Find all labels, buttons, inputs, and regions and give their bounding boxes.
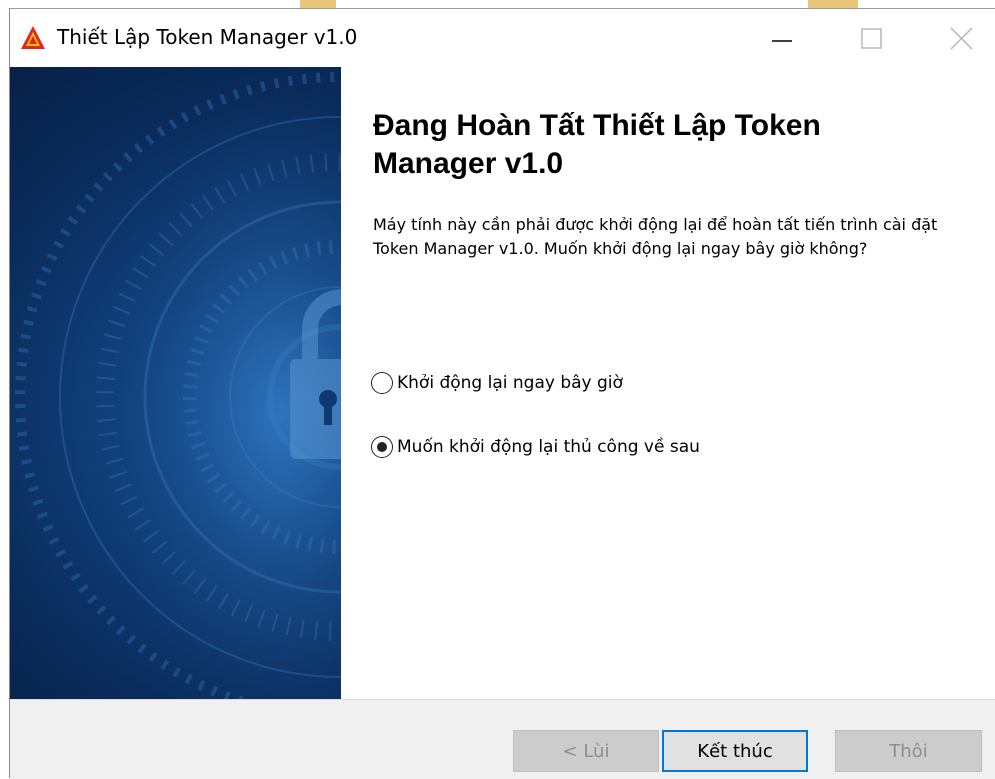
radio-label: Khởi động lại ngay bây giờ (397, 373, 623, 393)
window-title: Thiết Lập Token Manager v1.0 (57, 25, 358, 49)
page-heading: Đang Hoàn Tất Thiết Lập Token Manager v1… (373, 109, 821, 180)
page-description: Máy tính này cần phải được khởi động lại… (373, 215, 938, 258)
radio-label: Muốn khởi động lại thủ công về sau (397, 437, 700, 457)
restart-now-option[interactable]: Khởi động lại ngay bây giờ (371, 372, 623, 394)
main-content: Đang Hoàn Tất Thiết Lập Token Manager v1… (341, 67, 995, 699)
finish-button[interactable]: Kết thúc (662, 730, 808, 772)
side-banner (10, 67, 341, 699)
background-mark (300, 0, 336, 8)
back-button[interactable]: < Lùi (513, 730, 659, 772)
title-bar[interactable]: Thiết Lập Token Manager v1.0 (10, 9, 995, 67)
button-bar: < Lùi Kết thúc Thôi (10, 699, 995, 779)
minimize-button[interactable] (762, 19, 802, 59)
setup-window: Thiết Lập Token Manager v1.0 Đang Hoàn T… (9, 8, 995, 779)
app-logo-icon (21, 26, 45, 49)
padlock-security-banner (10, 67, 341, 699)
maximize-button[interactable] (852, 19, 892, 59)
minimize-icon (772, 40, 792, 42)
radio-button[interactable] (371, 372, 393, 394)
cancel-button[interactable]: Thôi (835, 730, 982, 772)
close-icon (950, 27, 973, 50)
background-mark (808, 0, 858, 8)
radio-button[interactable] (371, 436, 393, 458)
restart-later-option[interactable]: Muốn khởi động lại thủ công về sau (371, 436, 700, 458)
close-button[interactable] (942, 19, 982, 59)
maximize-icon (861, 28, 882, 49)
